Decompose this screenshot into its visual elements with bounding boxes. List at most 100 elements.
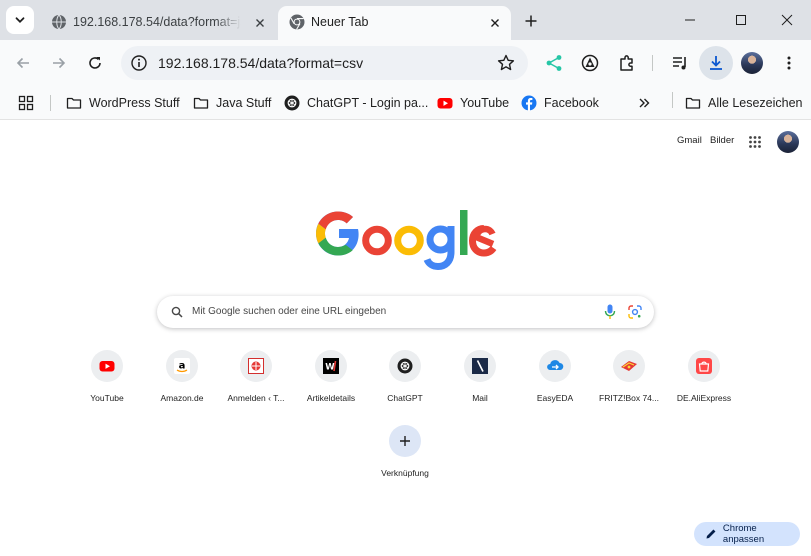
aliexpress-icon [696,358,712,374]
downloads-button[interactable] [699,46,733,80]
extensions-button[interactable] [614,50,640,76]
add-shortcut-button[interactable]: Verknüpfung [368,425,442,485]
chatgpt-icon [397,358,413,374]
address-bar[interactable]: 192.168.178.54/data?format=csv [121,46,528,80]
chrome-menu-button[interactable] [776,50,802,76]
search-icon [171,306,183,318]
tab-search-button[interactable] [6,6,34,34]
tab-close-icon[interactable] [252,15,268,31]
reload-icon [89,57,101,69]
minimize-button[interactable] [666,0,714,40]
reload-button[interactable] [80,48,110,78]
shortcut-label: Anmelden ‹ T... [227,393,285,403]
new-tab-button[interactable] [518,8,544,34]
shortcut-label: Verknüpfung [381,468,429,478]
download-icon [710,56,722,70]
chevron-down-icon [15,17,25,23]
shortcut-tile [464,350,496,382]
close-window-button[interactable] [763,0,811,40]
folder-icon [685,95,701,111]
pencil-icon [706,529,716,539]
bookmark-chatgpt[interactable]: ChatGPT - Login pa... [284,92,428,114]
shortcut-tile: a [166,350,198,382]
google-apps-icon[interactable] [748,135,762,149]
shortcut-label: Artikeldetails [306,393,356,403]
customize-label: Chrome anpassen [722,523,765,545]
bookmarks-bar: WordPress Stuff Java Stuff ChatGPT - Log… [0,86,811,120]
extension-button[interactable] [577,50,603,76]
shortcut-tile [688,350,720,382]
youtube-icon [99,361,115,372]
info-icon[interactable] [130,54,148,72]
bookmark-label: Java Stuff [216,96,272,110]
shortcut-tile [613,350,645,382]
arrow-right-icon [53,57,66,69]
google-search-box[interactable]: Mit Google suchen oder eine URL eingeben [157,296,654,328]
chatgpt-icon [284,95,300,111]
chevron-double-right-icon [639,98,650,108]
tab-close-icon[interactable] [487,15,503,31]
bookmark-label: YouTube [460,96,510,110]
google-lens-icon[interactable] [628,305,642,319]
url-text[interactable]: 192.168.178.54/data?format=csv [158,55,363,71]
bookmark-label: ChatGPT - Login pa... [307,96,429,110]
microphone-icon[interactable] [604,304,616,320]
profile-avatar[interactable] [741,52,763,74]
close-icon [781,14,793,26]
toolbar-divider [652,55,653,71]
shortcut-label: Amazon.de [160,393,204,403]
account-avatar[interactable] [777,131,799,153]
globe-icon [52,14,66,30]
gmail-link[interactable]: Gmail [677,135,702,146]
media-queue-icon [673,57,686,70]
bookmark-folder-java[interactable]: Java Stuff [193,92,271,114]
chrome-icon [289,14,305,30]
arrow-left-icon [16,57,29,69]
youtube-icon [437,95,453,111]
facebook-icon [521,95,537,111]
shortcut-label: ChatGPT [387,393,423,403]
shortcut-anmelden[interactable]: Anmelden ‹ T... [219,350,293,410]
bookmarks-overflow-button[interactable] [636,92,652,114]
apps-shortcut-button[interactable] [18,92,34,114]
plus-icon [400,436,410,446]
shortcut-tile: W [315,350,347,382]
shortcut-chatgpt[interactable]: ChatGPT [368,350,442,410]
more-vert-icon [787,56,791,70]
bookmark-youtube[interactable]: YouTube [437,92,509,114]
shortcut-label: FRITZ!Box 74... [599,393,659,403]
media-control-button[interactable] [667,50,693,76]
tab-inactive[interactable]: 192.168.178.54/data?format=json [40,6,276,40]
shortcut-mail[interactable]: Mail [443,350,517,410]
shortcut-fritzbox[interactable]: FRITZ!Box 74... [592,350,666,410]
shortcut-youtube[interactable]: YouTube [70,350,144,410]
back-button[interactable] [8,48,38,78]
share-extension-button[interactable] [541,50,567,76]
shortcut-tile [91,350,123,382]
images-link[interactable]: Bilder [710,135,734,146]
folder-icon [66,95,82,111]
tab-active[interactable]: Neuer Tab [278,6,511,40]
shortcut-amazon[interactable]: a Amazon.de [145,350,219,410]
bookmark-facebook[interactable]: Facebook [521,92,599,114]
mail-icon [472,358,488,374]
plus-icon [525,15,537,27]
customize-chrome-button[interactable]: Chrome anpassen [694,522,800,546]
maximize-button[interactable] [717,0,765,40]
puzzle-icon [620,55,633,71]
shortcut-aliexpress[interactable]: DE.AliExpress [667,350,741,410]
shortcut-label: EasyEDA [536,393,574,403]
bookmark-label: Facebook [544,96,599,110]
star-icon[interactable] [496,53,516,73]
bookmark-folder-wordpress[interactable]: WordPress Stuff [66,92,180,114]
all-bookmarks-label: Alle Lesezeichen [708,96,803,110]
shortcut-easyeda[interactable]: EasyEDA [518,350,592,410]
shortcut-artikeldetails[interactable]: W Artikeldetails [294,350,368,410]
minimize-icon [685,19,695,21]
amazon-icon: a [174,358,190,374]
google-logo [316,210,497,271]
site-icon [248,358,264,374]
search-placeholder[interactable]: Mit Google suchen oder eine URL eingeben [192,306,386,317]
forward-button[interactable] [44,48,74,78]
all-bookmarks-button[interactable]: Alle Lesezeichen [685,92,803,114]
